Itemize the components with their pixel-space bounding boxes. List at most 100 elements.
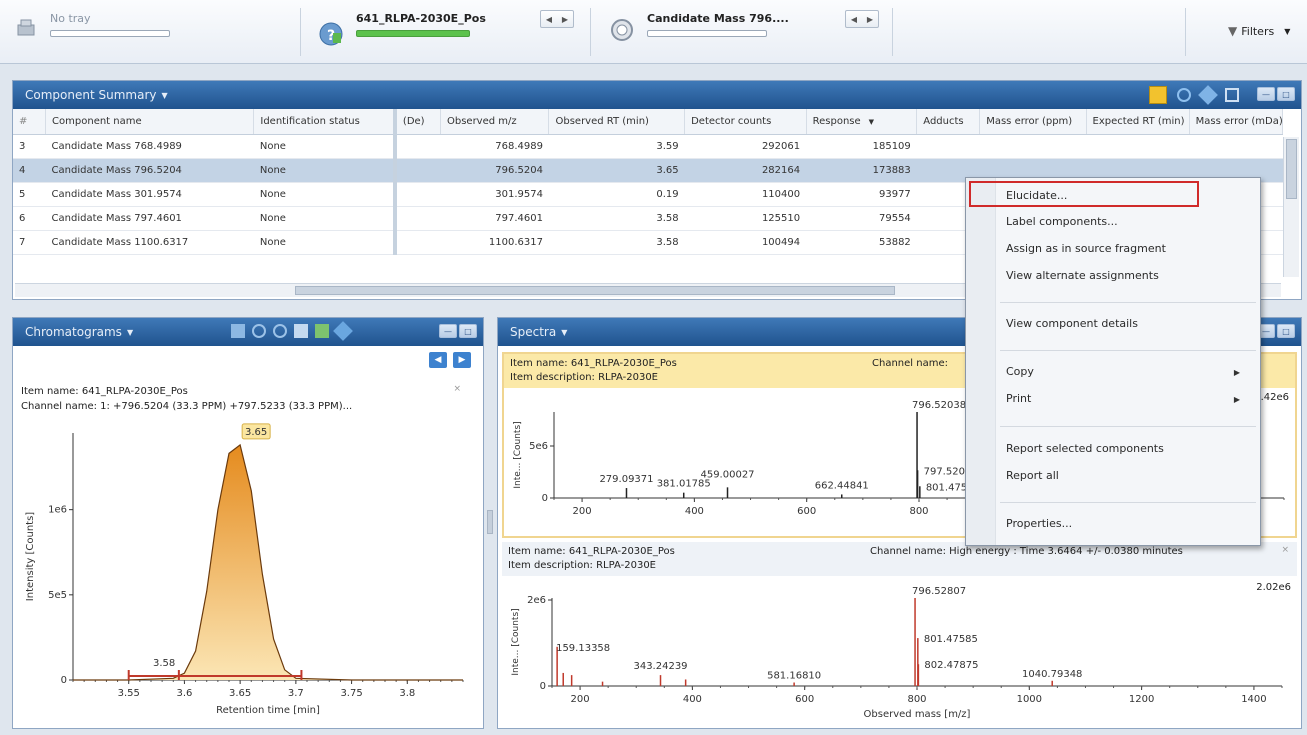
- info-icon[interactable]: [1149, 86, 1167, 104]
- menu-item-view-alternates[interactable]: View alternate assignments: [1006, 269, 1159, 282]
- bottom-spectrum-frame: Item name: 641_RLPA-2030E_Pos Item descr…: [502, 542, 1297, 726]
- column-header[interactable]: Response ▼: [806, 109, 918, 135]
- x-axis-label: Observed mass [m/z]: [864, 709, 971, 720]
- de-cell: [394, 158, 441, 183]
- identification-status: None: [253, 206, 397, 231]
- x-tick-label: 1000: [1017, 694, 1042, 705]
- identification-status: None: [253, 158, 397, 183]
- next-arrow-icon[interactable]: ▶: [453, 352, 471, 368]
- column-header[interactable]: Mass error (mDa): [1189, 109, 1284, 135]
- scrollbar-thumb[interactable]: [1286, 139, 1297, 199]
- row-index: 5: [13, 182, 46, 207]
- sample-name: 641_RLPA-2030E_Pos: [356, 12, 486, 25]
- x-tick-label: 1400: [1241, 694, 1266, 705]
- response: 173883: [806, 158, 917, 183]
- column-header[interactable]: Mass error (ppm): [979, 109, 1087, 135]
- peak-mass-label: 801.47585: [924, 634, 978, 645]
- menu-item-report-selected[interactable]: Report selected components: [1006, 442, 1164, 455]
- maximize-icon[interactable]: □: [1277, 324, 1295, 338]
- spectrum-item-name: Item name: 641_RLPA-2030E_Pos: [510, 358, 677, 369]
- response: 53882: [806, 230, 917, 255]
- de-cell: [394, 206, 441, 231]
- candidate-label: Candidate Mass 796....: [647, 12, 789, 25]
- column-header[interactable]: Observed m/z: [440, 109, 550, 135]
- response: 93977: [806, 182, 917, 207]
- menu-item-report-all[interactable]: Report all: [1006, 469, 1059, 482]
- column-header[interactable]: Expected RT (min): [1086, 109, 1190, 135]
- tray-progress: [50, 30, 170, 37]
- chevron-down-icon[interactable]: ▼: [561, 328, 567, 337]
- identification-status: None: [253, 134, 397, 159]
- table-icon[interactable]: [294, 324, 308, 338]
- bottom-spectrum-plot[interactable]: 0 2e6 200 400 600 800 1000 1200 1400 159.13358 343…: [502, 576, 1292, 726]
- menu-item-view-details[interactable]: View component details: [1006, 317, 1138, 330]
- column-header[interactable]: Component name: [45, 109, 255, 135]
- menu-item-print[interactable]: Print: [1006, 392, 1031, 405]
- undo-icon[interactable]: [252, 324, 266, 338]
- menu-separator: [1000, 426, 1256, 427]
- observed-mz: 797.4601: [440, 206, 549, 231]
- column-header[interactable]: Detector counts: [684, 109, 807, 135]
- chromatogram-tool-icons: [231, 321, 353, 341]
- redo-icon[interactable]: [273, 324, 287, 338]
- export-icon[interactable]: [1225, 88, 1239, 102]
- maximize-icon[interactable]: □: [459, 324, 477, 338]
- column-header[interactable]: Adducts: [916, 109, 981, 135]
- adducts: [916, 134, 980, 159]
- component-name: Candidate Mass 301.9574: [45, 182, 254, 207]
- maximize-icon[interactable]: □: [1277, 87, 1295, 101]
- zoom-icon[interactable]: [231, 324, 245, 338]
- y-tick-label: 0: [61, 675, 67, 686]
- pin-icon[interactable]: [1198, 85, 1218, 105]
- observed-mz: 796.5204: [440, 158, 549, 183]
- filters-button[interactable]: ▼ Filters ▼: [1228, 24, 1290, 38]
- panel-title[interactable]: Spectra: [510, 325, 556, 339]
- color-icon[interactable]: [315, 324, 329, 338]
- peak-mass-label: 801.475: [926, 482, 967, 493]
- scrollbar-thumb[interactable]: [295, 286, 895, 295]
- column-header[interactable]: Identification status: [253, 109, 397, 135]
- menu-item-properties[interactable]: Properties...: [1006, 517, 1072, 530]
- spectrum-item-desc: Item description: RLPA-2030E: [510, 372, 658, 383]
- move-icon[interactable]: [333, 321, 353, 341]
- chevron-down-icon[interactable]: ▼: [161, 91, 167, 100]
- sample-nav-buttons[interactable]: ◀ ▶: [540, 10, 574, 28]
- splitter-handle[interactable]: [487, 510, 493, 534]
- menu-item-elucidate[interactable]: Elucidate...: [1006, 189, 1067, 202]
- x-tick-label: 3.6: [176, 688, 192, 699]
- panel-title[interactable]: Chromatograms: [25, 325, 122, 339]
- row-index: 6: [13, 206, 46, 231]
- menu-item-copy[interactable]: Copy: [1006, 365, 1034, 378]
- observed-mz: 1100.6317: [440, 230, 549, 255]
- spectrum-item-desc: Item description: RLPA-2030E: [508, 560, 656, 571]
- vertical-scrollbar[interactable]: [1283, 137, 1299, 277]
- observed-rt: 3.58: [548, 230, 685, 255]
- minimize-icon[interactable]: —: [1257, 87, 1275, 101]
- chromatogram-item-name: Item name: 641_RLPA-2030E_Pos: [21, 386, 188, 397]
- menu-separator: [1000, 350, 1256, 351]
- peak-mass-label: 343.24239: [633, 661, 687, 672]
- chromatogram-plot[interactable]: 0 5e5 1e6 3.55 3.6 3.65 3.7 3.75 3.8 3.65 3.58 Rete…: [13, 418, 483, 718]
- mass-error-ppm: [979, 134, 1087, 159]
- filters-label: Filters: [1241, 24, 1275, 38]
- menu-item-assign-in-source[interactable]: Assign as in source fragment: [1006, 242, 1166, 255]
- peak-mass-label: 797.520: [924, 466, 965, 477]
- chevron-down-icon[interactable]: ▼: [127, 328, 133, 337]
- previous-arrow-icon[interactable]: ◀: [429, 352, 447, 368]
- tray-icon[interactable]: [14, 16, 38, 40]
- identification-status: None: [253, 182, 397, 207]
- minimize-icon[interactable]: —: [439, 324, 457, 338]
- panel-title[interactable]: Component Summary: [25, 88, 156, 102]
- candidate-nav-buttons[interactable]: ◀ ▶: [845, 10, 879, 28]
- column-header[interactable]: (De): [394, 109, 441, 135]
- peak-mass-label: 796.52807: [912, 586, 966, 597]
- menu-item-label-components[interactable]: Label components...: [1006, 215, 1118, 228]
- column-header[interactable]: Observed RT (min): [548, 109, 686, 135]
- x-tick-label: 3.65: [229, 688, 251, 699]
- table-row[interactable]: 3 Candidate Mass 768.4989 None 768.4989 …: [13, 134, 1283, 159]
- sort-desc-icon: ▼: [868, 117, 875, 126]
- close-icon[interactable]: ×: [1281, 545, 1289, 555]
- refresh-icon[interactable]: [1177, 88, 1191, 102]
- peak-mass-label: 796.52038: [912, 400, 966, 411]
- close-icon[interactable]: ×: [453, 384, 461, 394]
